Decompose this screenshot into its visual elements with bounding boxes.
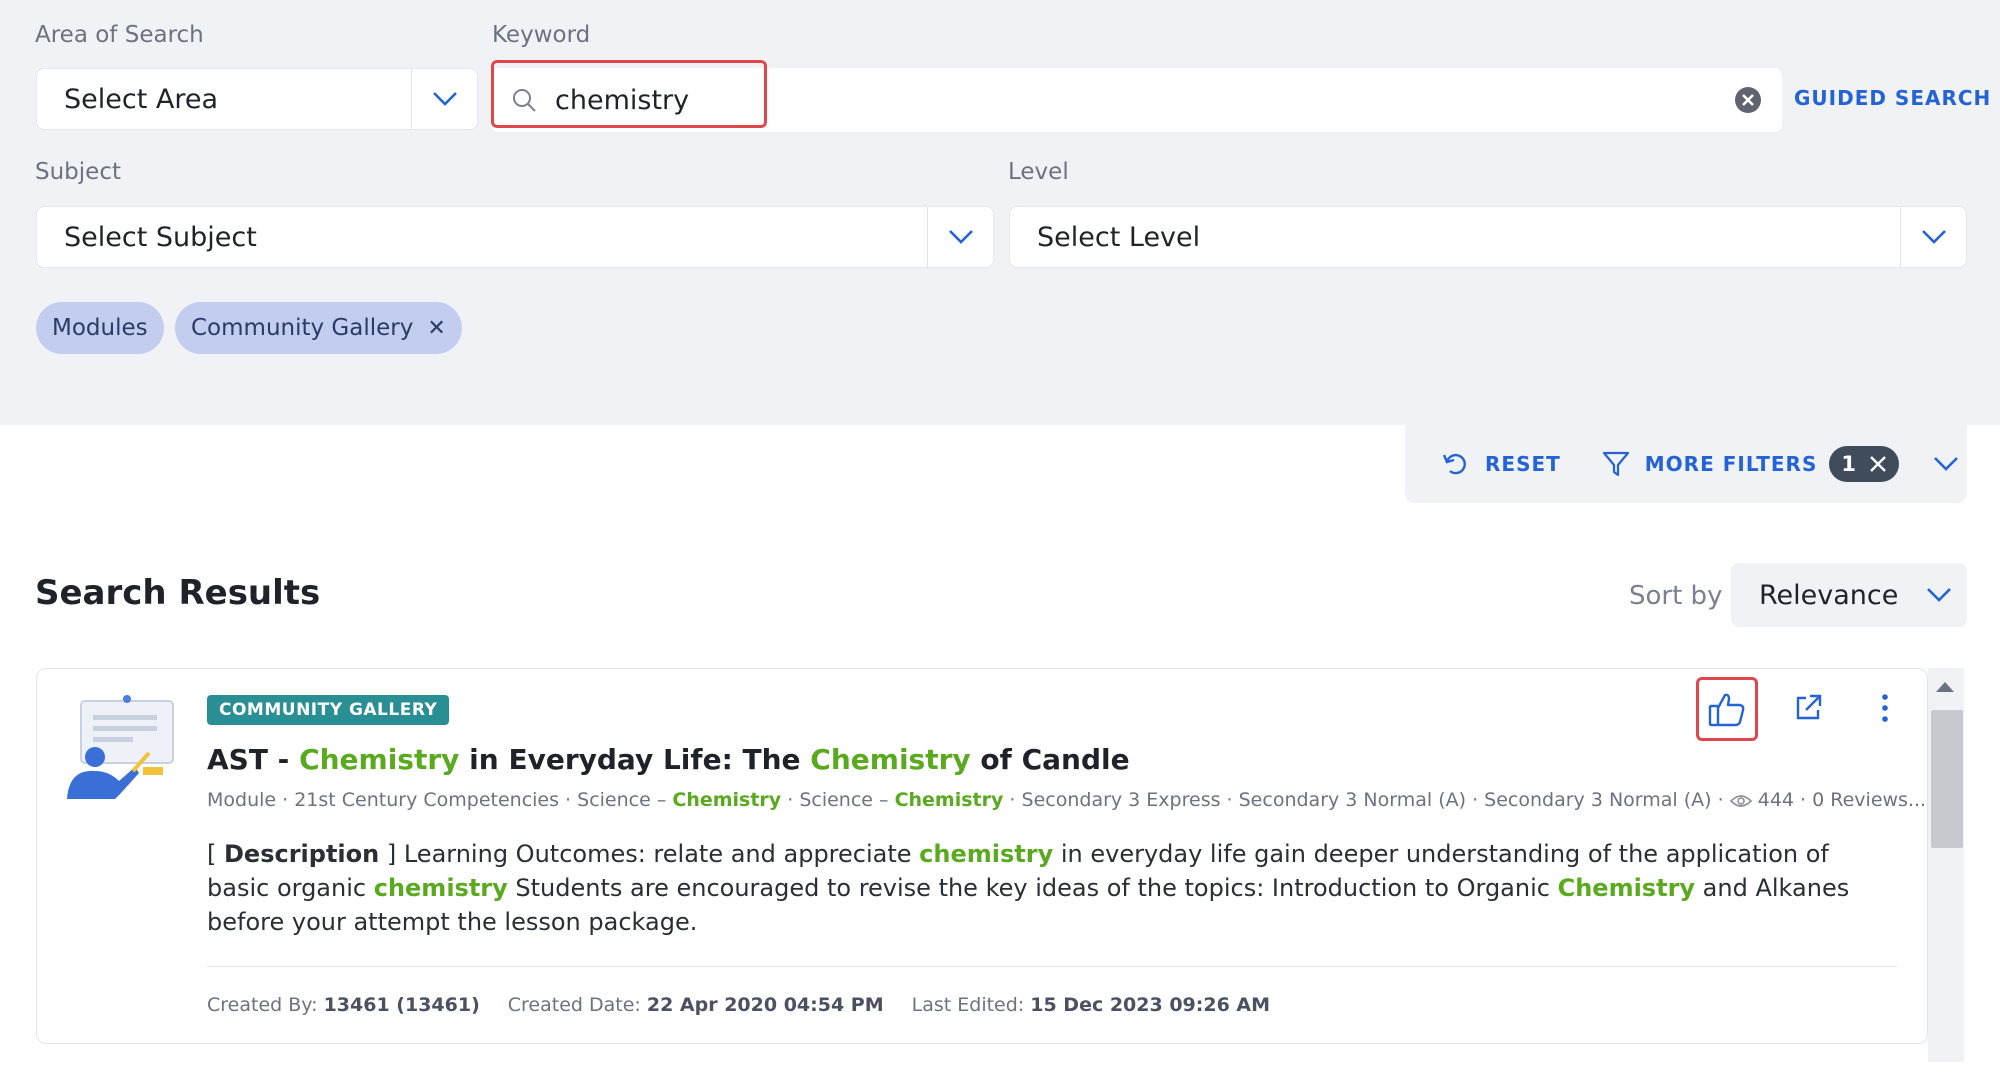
level-label: Level (1008, 159, 1069, 185)
module-illustration-icon (67, 695, 174, 799)
result-footer: Created By: 13461 (13461) Created Date: … (207, 994, 1270, 1016)
result-meta: Module · 21st Century Competencies · Sci… (207, 789, 1927, 811)
filter-action-bar: RESET MORE FILTERS 1 (1405, 425, 1967, 503)
desc-highlight: chemistry (373, 874, 508, 902)
chevron-down-icon[interactable] (1933, 456, 1959, 472)
thumbs-up-icon (1708, 691, 1746, 727)
sort-label: Sort by (1629, 581, 1723, 611)
created-by: Created By: 13461 (13461) (207, 994, 480, 1016)
chevron-down-icon[interactable] (1911, 587, 1967, 603)
meta-subject-prefix: Science – (799, 789, 895, 811)
filter-count: 1 (1841, 452, 1857, 476)
level-select[interactable]: Select Level (1009, 206, 1967, 268)
keyword-field[interactable]: chemistry (491, 68, 1782, 132)
subject-select-value: Select Subject (64, 221, 257, 253)
last-edited-label: Last Edited: (911, 994, 1025, 1016)
last-edited: Last Edited: 15 Dec 2023 09:26 AM (912, 994, 1270, 1016)
results-title: Search Results (35, 573, 321, 613)
meta-level: Secondary 3 Normal (A) (1238, 789, 1467, 811)
title-text: AST - (207, 743, 300, 776)
desc-text: ] Learning Outcomes: relate and apprecia… (379, 840, 920, 868)
chip-community-gallery[interactable]: Community Gallery ✕ (175, 302, 462, 354)
meta-type: Module (207, 789, 277, 811)
scrollbar-thumb[interactable] (1931, 710, 1963, 848)
last-edited-value: 15 Dec 2023 09:26 AM (1030, 994, 1271, 1016)
desc-highlight: Chemistry (1557, 874, 1696, 902)
result-title-link[interactable]: AST - Chemistry in Everyday Life: The Ch… (207, 743, 1130, 776)
scroll-up-arrow-icon[interactable] (1936, 682, 1954, 692)
created-by-label: Created By: (207, 994, 318, 1016)
search-icon (511, 87, 537, 113)
created-date-label: Created Date: (507, 994, 641, 1016)
more-filters-label: MORE FILTERS (1644, 452, 1818, 476)
sort-select[interactable]: Relevance (1731, 563, 1967, 627)
title-highlight: Chemistry (810, 743, 971, 776)
meta-subject-prefix: Science – (577, 789, 673, 811)
chevron-down-icon[interactable] (1900, 207, 1966, 267)
clear-icon[interactable] (1734, 86, 1762, 114)
subject-select[interactable]: Select Subject (36, 206, 994, 268)
filter-icon (1601, 449, 1631, 479)
created-date: Created Date: 22 Apr 2020 04:54 PM (508, 994, 884, 1016)
level-select-value: Select Level (1037, 221, 1201, 253)
more-options-button[interactable] (1880, 693, 1890, 725)
title-highlight: Chemistry (299, 743, 460, 776)
external-link-icon (1793, 693, 1823, 723)
meta-subject-highlight: Chemistry (894, 789, 1004, 811)
desc-highlight: chemistry (919, 840, 1054, 868)
reset-button[interactable]: RESET (1441, 450, 1561, 478)
card-divider (207, 966, 1897, 967)
created-date-value: 22 Apr 2020 04:54 PM (646, 994, 884, 1016)
community-gallery-badge: COMMUNITY GALLERY (207, 695, 450, 725)
area-of-search-label: Area of Search (35, 22, 204, 48)
result-description: [ Description ] Learning Outcomes: relat… (207, 837, 1887, 939)
sort-select-value: Relevance (1759, 579, 1899, 611)
more-vertical-icon (1880, 693, 1890, 725)
area-select[interactable]: Select Area (36, 68, 478, 130)
reset-label: RESET (1485, 452, 1561, 476)
keyword-input[interactable]: chemistry (555, 85, 1734, 116)
desc-text: Students are encouraged to revise the ke… (507, 874, 1558, 902)
area-select-value: Select Area (64, 83, 219, 115)
close-icon[interactable]: ✕ (427, 316, 445, 341)
meta-subject-highlight: Chemistry (672, 789, 782, 811)
chip-label: Modules (52, 315, 148, 341)
title-text: of Candle (970, 743, 1130, 776)
close-icon[interactable] (1869, 455, 1887, 473)
meta-level: Secondary 3 Express (1021, 789, 1221, 811)
created-by-value: 13461 (13461) (323, 994, 480, 1016)
chevron-down-icon[interactable] (927, 207, 993, 267)
subject-label: Subject (35, 159, 121, 185)
more-filters-button[interactable]: MORE FILTERS 1 (1601, 446, 1899, 482)
meta-competency: 21st Century Competencies (294, 789, 560, 811)
chip-label: Community Gallery (191, 315, 414, 341)
keyword-label: Keyword (492, 22, 591, 48)
desc-label: Description (224, 840, 380, 868)
like-button[interactable] (1696, 677, 1758, 741)
meta-views: 444 (1757, 789, 1794, 811)
filter-count-badge[interactable]: 1 (1829, 446, 1899, 482)
meta-level: Secondary 3 Normal (A) (1484, 789, 1712, 811)
chevron-down-icon[interactable] (411, 69, 477, 129)
open-external-button[interactable] (1793, 693, 1823, 723)
guided-search-button[interactable]: GUIDED SEARCH (1794, 86, 1991, 110)
meta-reviews[interactable]: 0 Reviews... (1812, 789, 1926, 811)
desc-text: [ (207, 840, 224, 868)
chip-modules[interactable]: Modules (36, 302, 164, 354)
eye-icon (1729, 789, 1752, 811)
reset-icon (1441, 450, 1469, 478)
title-text: in Everyday Life: The (459, 743, 811, 776)
